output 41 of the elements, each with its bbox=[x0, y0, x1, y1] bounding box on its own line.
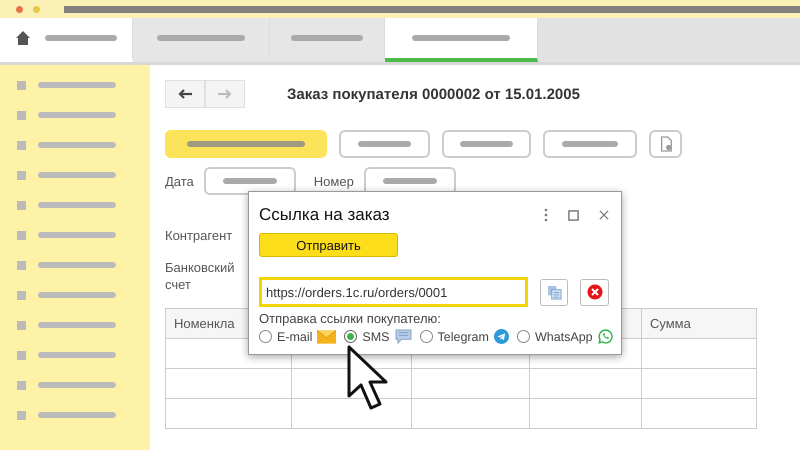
toolbar-button[interactable] bbox=[442, 130, 531, 158]
right-arrow-icon bbox=[217, 89, 233, 99]
document-icon bbox=[658, 136, 672, 152]
close-dot-icon[interactable] bbox=[16, 6, 23, 12]
link-field[interactable]: https://orders.1c.ru/orders/0001 bbox=[259, 277, 528, 307]
more-icon[interactable] bbox=[544, 208, 548, 222]
number-label: Номер bbox=[314, 174, 354, 188]
tab[interactable] bbox=[270, 18, 385, 62]
dialog-title: Ссылка на заказ bbox=[259, 205, 390, 225]
column-header: Сумма bbox=[641, 309, 756, 338]
envelope-icon bbox=[317, 330, 336, 344]
tab[interactable] bbox=[385, 18, 538, 62]
close-icon[interactable] bbox=[599, 210, 609, 220]
phone-chat-icon bbox=[598, 329, 613, 344]
date-label: Дата bbox=[165, 174, 194, 188]
channel-radio[interactable]: Telegram bbox=[420, 330, 489, 344]
send-options-label: Отправка ссылки покупателю: bbox=[259, 311, 442, 326]
left-arrow-icon bbox=[177, 89, 193, 99]
primary-button[interactable] bbox=[165, 130, 327, 158]
back-button[interactable] bbox=[165, 80, 205, 108]
send-button[interactable]: Отправить bbox=[259, 233, 398, 257]
channel-radio[interactable]: WhatsApp bbox=[516, 330, 593, 344]
clear-icon bbox=[586, 284, 603, 300]
tab[interactable] bbox=[133, 18, 270, 62]
toolbar-button[interactable] bbox=[339, 130, 430, 158]
maximize-icon[interactable] bbox=[568, 210, 579, 220]
counterparty-label: Контрагент bbox=[165, 228, 232, 243]
channel-radio[interactable]: SMS bbox=[344, 330, 390, 344]
home-icon bbox=[15, 30, 31, 46]
paper-plane-icon bbox=[494, 329, 509, 344]
attach-button[interactable] bbox=[649, 130, 682, 158]
channel-radio[interactable]: E-mail bbox=[259, 330, 312, 344]
bank-account-label: Банковский счет bbox=[165, 259, 235, 293]
copy-button[interactable] bbox=[540, 278, 568, 306]
toolbar-button[interactable] bbox=[543, 130, 637, 158]
minimize-dot-icon[interactable] bbox=[33, 6, 40, 12]
clear-button[interactable] bbox=[580, 278, 609, 306]
copy-icon bbox=[546, 284, 562, 300]
document-title: Заказ покупателя 0000002 от 15.01.2005 bbox=[287, 86, 580, 102]
column-header: Номенкла bbox=[174, 316, 235, 331]
chat-bubble-icon bbox=[394, 329, 412, 344]
